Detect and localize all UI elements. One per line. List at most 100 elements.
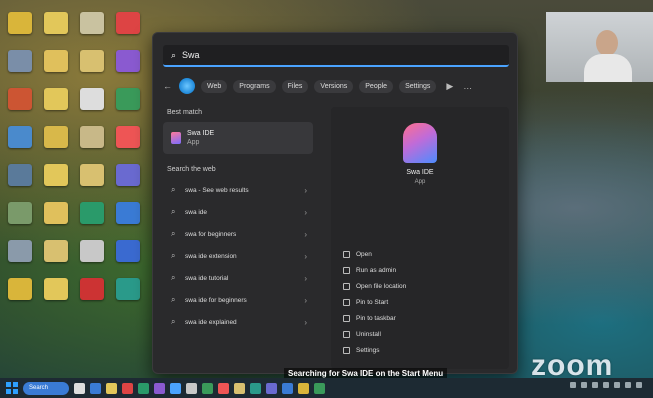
taskbar-app-icon[interactable] (154, 382, 165, 394)
desktop-icon[interactable] (116, 278, 140, 300)
web-result-item[interactable]: ⌕ swa - See web results › (163, 179, 313, 201)
desktop-icon[interactable] (44, 164, 68, 186)
taskbar-app-icon[interactable] (234, 382, 245, 394)
chevron-right-icon[interactable]: › (304, 230, 307, 239)
desktop-icon[interactable] (80, 88, 104, 110)
desktop-icon[interactable] (8, 126, 32, 148)
volume-icon[interactable] (625, 381, 631, 388)
desktop-icon[interactable] (80, 50, 104, 72)
action-open-location[interactable]: Open file location (343, 279, 406, 293)
taskbar-app-icon[interactable] (138, 382, 149, 394)
search-input[interactable]: ⌕ Swa (163, 45, 509, 67)
chevron-right-icon[interactable]: › (304, 186, 307, 195)
tray-icon[interactable] (581, 381, 587, 388)
taskbar-app-icon[interactable] (218, 382, 229, 394)
preview-actions: Open Run as admin Open file location Pin… (343, 247, 406, 359)
taskbar-app-icon[interactable] (170, 382, 181, 394)
chevron-right-icon[interactable]: › (304, 296, 307, 305)
tab-web[interactable]: Web (201, 79, 228, 93)
action-pin-taskbar[interactable]: Pin to taskbar (343, 311, 406, 325)
web-result-item[interactable]: ⌕ swa ide extension › (163, 245, 313, 267)
web-result-item[interactable]: ⌕ swa ide explained › (163, 311, 313, 333)
desktop-icon[interactable] (116, 88, 140, 110)
desktop-icon[interactable] (8, 202, 32, 224)
web-result-item[interactable]: ⌕ swa ide tutorial › (163, 267, 313, 289)
tab-programs[interactable]: Programs (233, 79, 276, 93)
tray-icon[interactable] (592, 381, 598, 388)
desktop-icon[interactable] (80, 278, 104, 300)
desktop-icon[interactable] (116, 202, 140, 224)
desktop-icon[interactable] (44, 88, 68, 110)
web-result-label: swa ide tutorial (185, 274, 229, 282)
preview-app-type: App (414, 179, 426, 185)
desktop-icon[interactable] (80, 126, 104, 148)
all-results-icon[interactable] (179, 78, 195, 94)
desktop-icon[interactable] (80, 164, 104, 186)
desktop-icon[interactable] (116, 12, 140, 34)
chevron-right-icon[interactable]: › (304, 208, 307, 217)
start-search-panel: ⌕ Swa ← Web Programs Files Versions Peop… (152, 32, 518, 374)
taskbar-app-icon[interactable] (122, 382, 133, 394)
action-pin-start[interactable]: Pin to Start (343, 295, 406, 309)
desktop-icon[interactable] (8, 12, 32, 34)
taskbar-app-icon[interactable] (202, 382, 213, 394)
tab-files[interactable]: Files (281, 79, 309, 93)
desktop-icon[interactable] (80, 240, 104, 262)
desktop-icon[interactable] (44, 278, 68, 300)
desktop-icon[interactable] (8, 88, 32, 110)
taskbar-app-icon[interactable] (298, 382, 309, 394)
action-uninstall[interactable]: Uninstall (343, 327, 406, 341)
chevron-up-icon[interactable] (570, 381, 576, 388)
desktop-icon[interactable] (80, 202, 104, 224)
desktop-icon[interactable] (8, 164, 32, 186)
wifi-icon[interactable] (614, 381, 620, 388)
desktop-icon[interactable] (44, 240, 68, 262)
desktop-icon[interactable] (116, 50, 140, 72)
taskbar-search[interactable]: Search (23, 381, 69, 395)
taskbar-app-icon[interactable] (186, 382, 197, 394)
action-label: Settings (356, 346, 380, 354)
play-icon[interactable]: ▶ (446, 81, 453, 92)
action-open[interactable]: Open (343, 247, 406, 261)
desktop-icon[interactable] (80, 12, 104, 34)
taskbar-app-icon[interactable] (74, 382, 85, 394)
best-match-item[interactable]: Swa IDE App (163, 122, 313, 154)
chevron-right-icon[interactable]: › (304, 274, 307, 283)
taskbar-app-icon[interactable] (314, 382, 325, 394)
desktop-icon[interactable] (8, 278, 32, 300)
back-arrow-icon[interactable]: ← (163, 81, 173, 91)
action-settings[interactable]: Settings (343, 343, 406, 357)
more-icon[interactable]: … (463, 81, 472, 91)
search-web-title: Search the web (167, 166, 216, 173)
web-result-item[interactable]: ⌕ swa for beginners › (163, 223, 313, 245)
desktop-icon[interactable] (44, 12, 68, 34)
tab-settings[interactable]: Settings (399, 79, 437, 93)
search-icon: ⌕ (171, 229, 176, 238)
participant-video[interactable] (546, 12, 653, 82)
tab-people[interactable]: People (359, 79, 394, 93)
desktop-icon[interactable] (44, 50, 68, 72)
chevron-right-icon[interactable]: › (304, 318, 307, 327)
battery-icon[interactable] (636, 381, 642, 388)
desktop-icon[interactable] (116, 164, 140, 186)
desktop-icon[interactable] (8, 50, 32, 72)
desktop-icon[interactable] (116, 240, 140, 262)
desktop-icon[interactable] (116, 126, 140, 148)
search-icon: ⌕ (171, 251, 176, 260)
web-result-item[interactable]: ⌕ swa ide › (163, 201, 313, 223)
taskbar-app-icon[interactable] (90, 382, 101, 394)
web-result-item[interactable]: ⌕ swa ide for beginners › (163, 289, 313, 311)
chevron-right-icon[interactable]: › (304, 252, 307, 261)
participant-head (596, 30, 618, 56)
windows-start-icon[interactable] (6, 382, 18, 394)
tray-icon[interactable] (603, 381, 609, 388)
action-run-admin[interactable]: Run as admin (343, 263, 406, 277)
taskbar-app-icon[interactable] (282, 382, 293, 394)
taskbar-app-icon[interactable] (106, 382, 117, 394)
taskbar-app-icon[interactable] (250, 382, 261, 394)
desktop-icon[interactable] (44, 126, 68, 148)
taskbar-app-icon[interactable] (266, 382, 277, 394)
tab-versions[interactable]: Versions (314, 79, 354, 93)
desktop-icon[interactable] (8, 240, 32, 262)
desktop-icon[interactable] (44, 202, 68, 224)
